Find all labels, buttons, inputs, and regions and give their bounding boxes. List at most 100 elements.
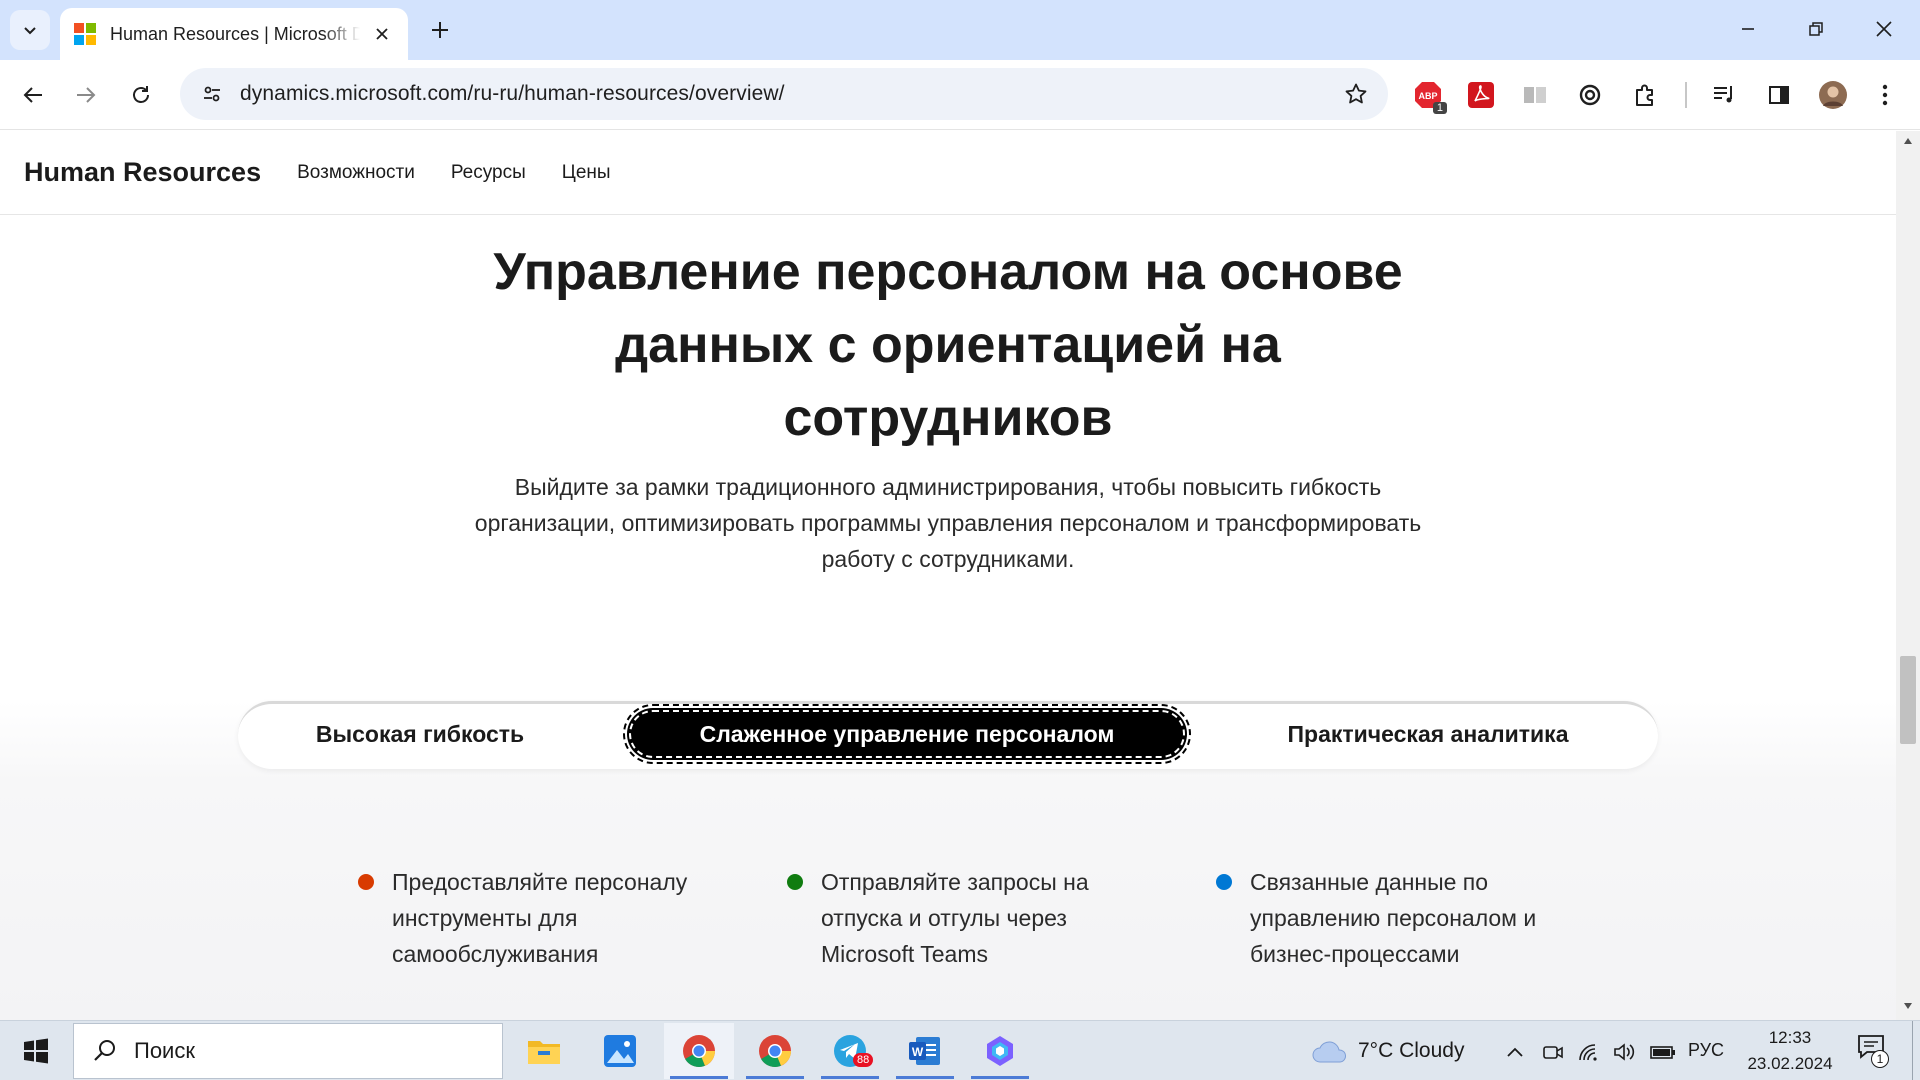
adblock-extension-button[interactable]: ABP 1 xyxy=(1409,76,1447,114)
new-tab-button[interactable] xyxy=(422,12,458,48)
tray-overflow-button[interactable] xyxy=(1502,1039,1528,1065)
taskbar-clock[interactable]: 12:33 23.02.2024 xyxy=(1735,1025,1845,1077)
more-vertical-icon xyxy=(1882,84,1888,106)
notification-badge: 1 xyxy=(1871,1050,1889,1068)
reload-icon xyxy=(133,86,149,103)
folder-icon xyxy=(528,1041,560,1064)
tab-close-button[interactable] xyxy=(370,22,394,46)
scroll-down-button[interactable] xyxy=(1896,1002,1920,1016)
battery-icon xyxy=(1650,1046,1675,1059)
reader-extension-button[interactable] xyxy=(1516,76,1554,114)
taskbar-word[interactable]: W xyxy=(890,1023,960,1079)
chrome-icon xyxy=(683,1035,715,1067)
feature-item-teams-requests: Отправляйте запросы на отпуска и отгулы … xyxy=(787,864,1161,972)
taskbar-chrome-active[interactable] xyxy=(664,1023,734,1079)
notification-center-button[interactable]: 1 xyxy=(1856,1033,1896,1073)
feature-text: Предоставляйте персоналу инструменты для… xyxy=(392,869,688,967)
nav-link-features[interactable]: Возможности xyxy=(297,162,415,184)
nav-link-pricing[interactable]: Цены xyxy=(562,162,611,184)
taskbar-search-box[interactable]: Поиск xyxy=(73,1023,503,1079)
address-bar[interactable]: dynamics.microsoft.com/ru-ru/human-resou… xyxy=(180,68,1388,120)
site-info-button[interactable] xyxy=(194,76,230,112)
chevron-up-icon xyxy=(1507,1047,1523,1057)
tray-wifi-icon[interactable] xyxy=(1576,1039,1602,1065)
browser-tabstrip: Human Resources | Microsoft Dynamics 365 xyxy=(0,0,1920,60)
link-loop-icon xyxy=(1579,84,1601,106)
input-language[interactable]: РУС xyxy=(1688,1040,1724,1061)
svg-text:ABP: ABP xyxy=(1418,91,1437,101)
hero-title: Управление персоналом на основе данных с… xyxy=(493,243,1403,447)
triangle-up-icon xyxy=(1904,138,1912,144)
tray-battery-icon[interactable] xyxy=(1648,1039,1678,1065)
extension-badge: 1 xyxy=(1432,102,1447,114)
forward-button[interactable] xyxy=(66,75,106,115)
browser-tab-active[interactable]: Human Resources | Microsoft Dynamics 365 xyxy=(60,8,408,60)
microsoft-logo-icon xyxy=(74,23,96,45)
reload-button[interactable] xyxy=(121,75,161,115)
tray-volume-icon[interactable] xyxy=(1612,1039,1638,1065)
url-text[interactable]: dynamics.microsoft.com/ru-ru/human-resou… xyxy=(240,82,785,106)
scroll-thumb[interactable] xyxy=(1900,656,1916,744)
cloud-icon xyxy=(1312,1041,1346,1063)
pdf-extension-button[interactable] xyxy=(1462,76,1500,114)
side-panel-button[interactable] xyxy=(1760,76,1798,114)
arrow-left-icon xyxy=(23,87,42,103)
star-icon xyxy=(1345,83,1367,104)
tab-practical-analytics[interactable]: Практическая аналитика xyxy=(1203,708,1653,760)
minimize-button[interactable] xyxy=(1722,8,1774,50)
close-icon xyxy=(376,28,388,40)
camera-icon xyxy=(1543,1046,1563,1059)
browser-menu-button[interactable] xyxy=(1866,76,1904,114)
bookmark-button[interactable] xyxy=(1338,76,1374,112)
telegram-badge: 88 xyxy=(853,1053,874,1067)
green-dot-icon xyxy=(787,874,803,890)
site-brand[interactable]: Human Resources xyxy=(24,157,261,188)
weather-text[interactable]: 7°C Cloudy xyxy=(1358,1039,1464,1063)
weather-cloud-icon[interactable] xyxy=(1310,1039,1350,1065)
copilot-extension-button[interactable] xyxy=(1571,76,1609,114)
tab-high-flexibility[interactable]: Высокая гибкость xyxy=(240,708,600,760)
site-navigation: Human Resources Возможности Ресурсы Цены xyxy=(0,131,1896,215)
page-scrollbar[interactable] xyxy=(1896,131,1920,1020)
feature-text: Связанные данные по управлению персонало… xyxy=(1250,869,1537,967)
queue-music-icon xyxy=(1714,86,1732,103)
taskbar-photos[interactable] xyxy=(590,1023,650,1079)
media-controls-button[interactable] xyxy=(1705,76,1743,114)
hero-subtitle: Выйдите за рамки традиционного администр… xyxy=(474,474,1422,572)
start-button[interactable] xyxy=(12,1031,60,1071)
taskbar-telegram[interactable]: 88 xyxy=(815,1023,885,1079)
back-button[interactable] xyxy=(13,75,53,115)
chevron-down-icon xyxy=(24,27,36,35)
windows-taskbar: Поиск 88 W 7°C Cloudy РУС 12:33 23.02.20… xyxy=(0,1020,1920,1080)
triangle-down-icon xyxy=(1904,1003,1912,1009)
restore-button[interactable] xyxy=(1790,8,1842,50)
tab-search-button[interactable] xyxy=(10,10,50,50)
tab-coordinated-hr[interactable]: Слаженное управление персоналом xyxy=(623,704,1191,764)
close-window-button[interactable] xyxy=(1858,8,1910,50)
taskbar-chrome-second[interactable] xyxy=(740,1023,810,1079)
show-desktop-button[interactable] xyxy=(1912,1021,1920,1080)
extensions-button[interactable] xyxy=(1626,76,1664,114)
tune-icon xyxy=(204,86,220,102)
profile-button[interactable] xyxy=(1814,76,1852,114)
orange-dot-icon xyxy=(358,874,374,890)
blue-dot-icon xyxy=(1216,874,1232,890)
nav-link-resources[interactable]: Ресурсы xyxy=(451,162,526,184)
avatar xyxy=(1819,81,1847,109)
puzzle-icon xyxy=(1636,84,1653,106)
scroll-up-button[interactable] xyxy=(1896,137,1920,151)
taskbar-file-explorer[interactable] xyxy=(514,1023,574,1079)
tab-title: Human Resources | Microsoft Dynamics 365 xyxy=(110,23,360,44)
close-icon xyxy=(1876,21,1892,37)
tray-meet-icon[interactable] xyxy=(1540,1039,1566,1065)
web-page: Human Resources Возможности Ресурсы Цены… xyxy=(0,131,1896,1020)
feature-item-connected-data: Связанные данные по управлению персонало… xyxy=(1216,864,1590,972)
chrome-icon xyxy=(759,1035,791,1067)
photos-icon xyxy=(604,1035,636,1067)
wifi-icon xyxy=(1579,1044,1597,1061)
taskbar-copilot[interactable] xyxy=(965,1023,1035,1079)
feature-tablist: Высокая гибкость Слаженное управление пе… xyxy=(238,701,1658,769)
word-icon: W xyxy=(909,1037,940,1065)
minimize-icon xyxy=(1742,28,1754,30)
arrow-right-icon xyxy=(77,87,96,103)
